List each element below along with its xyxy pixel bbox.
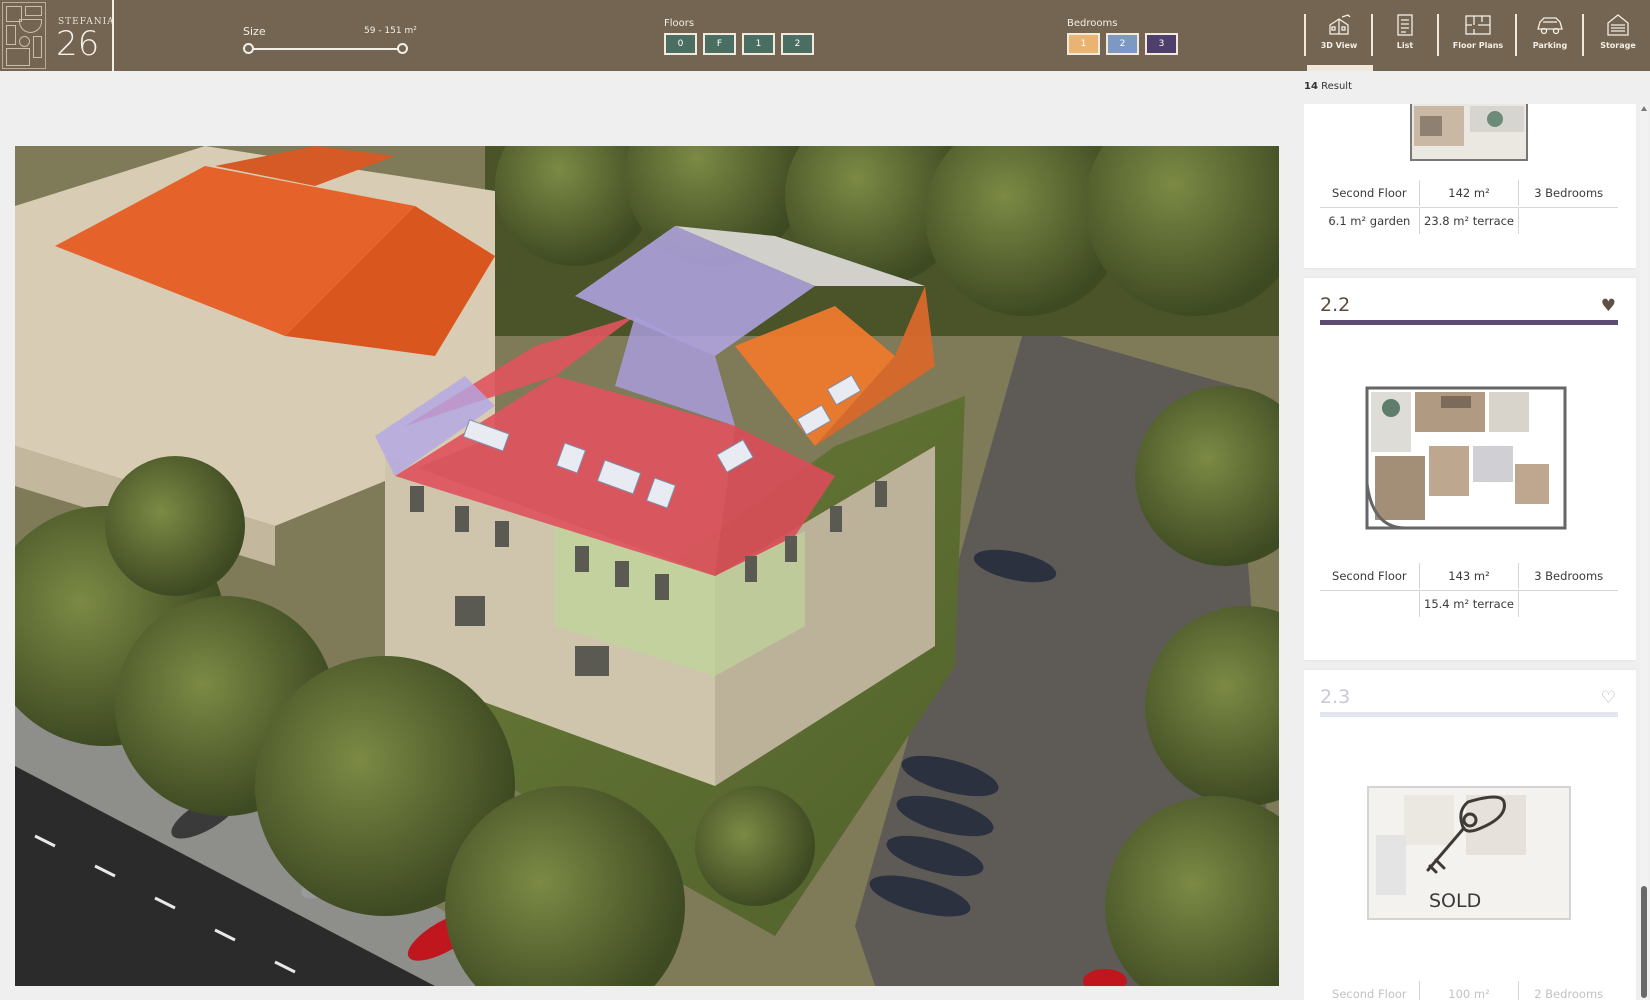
results-scrollbar[interactable] bbox=[1640, 104, 1648, 1000]
favorite-heart-outline-icon[interactable]: ♡ bbox=[1601, 688, 1616, 708]
spec-empty bbox=[1320, 591, 1419, 617]
size-filter-label: Size bbox=[243, 25, 266, 38]
unit-card-sold[interactable]: 2.3 ♡ SOLD Second Floor 100 m² 2 Bedroom… bbox=[1304, 670, 1636, 1000]
bedroom-chip-1[interactable]: 1 bbox=[1067, 33, 1100, 55]
spec-bedrooms: 3 Bedrooms bbox=[1534, 186, 1604, 200]
nav-parking-label: Parking bbox=[1532, 41, 1568, 50]
building-3d-view[interactable] bbox=[15, 146, 1279, 986]
unit-card[interactable]: 2.2 ♥ Second Floor 143 m² 3 Bedrooms 15.… bbox=[1304, 278, 1636, 660]
nav-floor-plans[interactable]: Floor Plans bbox=[1448, 0, 1508, 71]
spec-empty bbox=[1519, 591, 1618, 617]
spec-terrace: 15.4 m² terrace bbox=[1418, 591, 1520, 617]
nav-3d-view-label: 3D View bbox=[1320, 41, 1358, 50]
floors-filter-label: Floors bbox=[664, 18, 695, 29]
nav-floor-plans-label: Floor Plans bbox=[1452, 41, 1504, 50]
spec-area: 100 m² bbox=[1420, 981, 1520, 1000]
brand-divider bbox=[112, 0, 114, 71]
results-scrollbar-thumb[interactable] bbox=[1641, 886, 1647, 998]
unit-title: 2.2 bbox=[1320, 294, 1351, 316]
size-slider-min-handle[interactable] bbox=[243, 43, 254, 54]
bedroom-color-bar bbox=[1320, 712, 1618, 717]
spec-garden: 6.1 m² garden bbox=[1320, 208, 1420, 234]
spec-row: Second Floor 142 m² 3 Bedrooms bbox=[1320, 180, 1618, 206]
spec-floor: Second Floor bbox=[1320, 180, 1420, 206]
spec-row: 15.4 m² terrace bbox=[1320, 591, 1618, 617]
scroll-up-arrow-icon[interactable] bbox=[1641, 106, 1647, 111]
spec-row: Second Floor 143 m² 3 Bedrooms bbox=[1320, 563, 1618, 589]
bedroom-chip-3[interactable]: 3 bbox=[1145, 33, 1178, 55]
brand-number: 26 bbox=[56, 24, 100, 64]
spec-area: 142 m² bbox=[1420, 180, 1520, 206]
floor-chip-2[interactable]: 2 bbox=[781, 33, 814, 55]
nav-divider bbox=[1371, 14, 1373, 56]
spec-floor: Second Floor bbox=[1320, 563, 1420, 589]
building-aerial-render[interactable] bbox=[15, 146, 1279, 986]
nav-active-indicator bbox=[1307, 65, 1373, 71]
results-count: 14 Result bbox=[1304, 81, 1352, 92]
nav-divider bbox=[1437, 14, 1439, 56]
size-slider-track[interactable] bbox=[248, 48, 404, 50]
floor-plan-thumbnail bbox=[1365, 384, 1571, 530]
unit-card[interactable]: Second Floor 142 m² 3 Bedrooms 6.1 m² ga… bbox=[1304, 104, 1636, 268]
top-bar: STEFANIA 26 Size 59 - 151 m² Floors 0 F … bbox=[0, 0, 1650, 71]
nav-list-label: List bbox=[1396, 41, 1414, 50]
nav-divider bbox=[1304, 14, 1306, 56]
spec-row: 6.1 m² garden 23.8 m² terrace bbox=[1320, 208, 1618, 234]
floor-plan-icon bbox=[1465, 15, 1491, 35]
nav-storage-label: Storage bbox=[1600, 41, 1636, 50]
nav-list[interactable]: List bbox=[1376, 0, 1434, 71]
floor-chip-0[interactable]: 0 bbox=[664, 33, 697, 55]
favorite-heart-icon[interactable]: ♥ bbox=[1601, 296, 1616, 316]
size-filter-value: 59 - 151 m² bbox=[364, 26, 417, 36]
nav-divider bbox=[1582, 14, 1584, 56]
list-document-icon bbox=[1397, 14, 1413, 36]
floor-chip-f[interactable]: F bbox=[703, 33, 736, 55]
size-slider-max-handle[interactable] bbox=[397, 43, 408, 54]
results-count-label: Result bbox=[1321, 81, 1353, 92]
nav-3d-view[interactable]: 3D View bbox=[1310, 0, 1368, 71]
nav-parking[interactable]: Parking bbox=[1521, 0, 1579, 71]
nav-divider bbox=[1515, 14, 1517, 56]
unit-title: 2.3 bbox=[1320, 686, 1351, 708]
sold-label: SOLD bbox=[1429, 890, 1482, 912]
bedrooms-filter-label: Bedrooms bbox=[1067, 18, 1118, 29]
spec-area: 143 m² bbox=[1420, 563, 1520, 589]
storage-house-icon bbox=[1607, 14, 1629, 36]
key-sold-icon bbox=[1426, 795, 1506, 874]
bedroom-chip-2[interactable]: 2 bbox=[1106, 33, 1139, 55]
floor-chip-1[interactable]: 1 bbox=[742, 33, 775, 55]
nav-storage[interactable]: Storage bbox=[1589, 0, 1647, 71]
3d-building-icon bbox=[1329, 14, 1351, 35]
spec-terrace: 23.8 m² terrace bbox=[1420, 208, 1520, 234]
bedroom-color-bar bbox=[1320, 320, 1618, 325]
results-list[interactable]: Second Floor 142 m² 3 Bedrooms 6.1 m² ga… bbox=[1304, 104, 1636, 1000]
spec-bedrooms: 3 Bedrooms bbox=[1534, 569, 1604, 583]
logo-pattern-icon[interactable] bbox=[2, 2, 46, 69]
spec-floor: Second Floor bbox=[1320, 981, 1420, 1000]
floor-plan-thumbnail bbox=[1410, 104, 1528, 161]
spec-row: Second Floor 100 m² 2 Bedrooms bbox=[1320, 981, 1618, 1000]
car-icon bbox=[1537, 17, 1563, 35]
results-count-number: 14 bbox=[1304, 81, 1318, 92]
spec-empty bbox=[1519, 208, 1618, 234]
spec-bedrooms: 2 Bedrooms bbox=[1534, 987, 1604, 1000]
